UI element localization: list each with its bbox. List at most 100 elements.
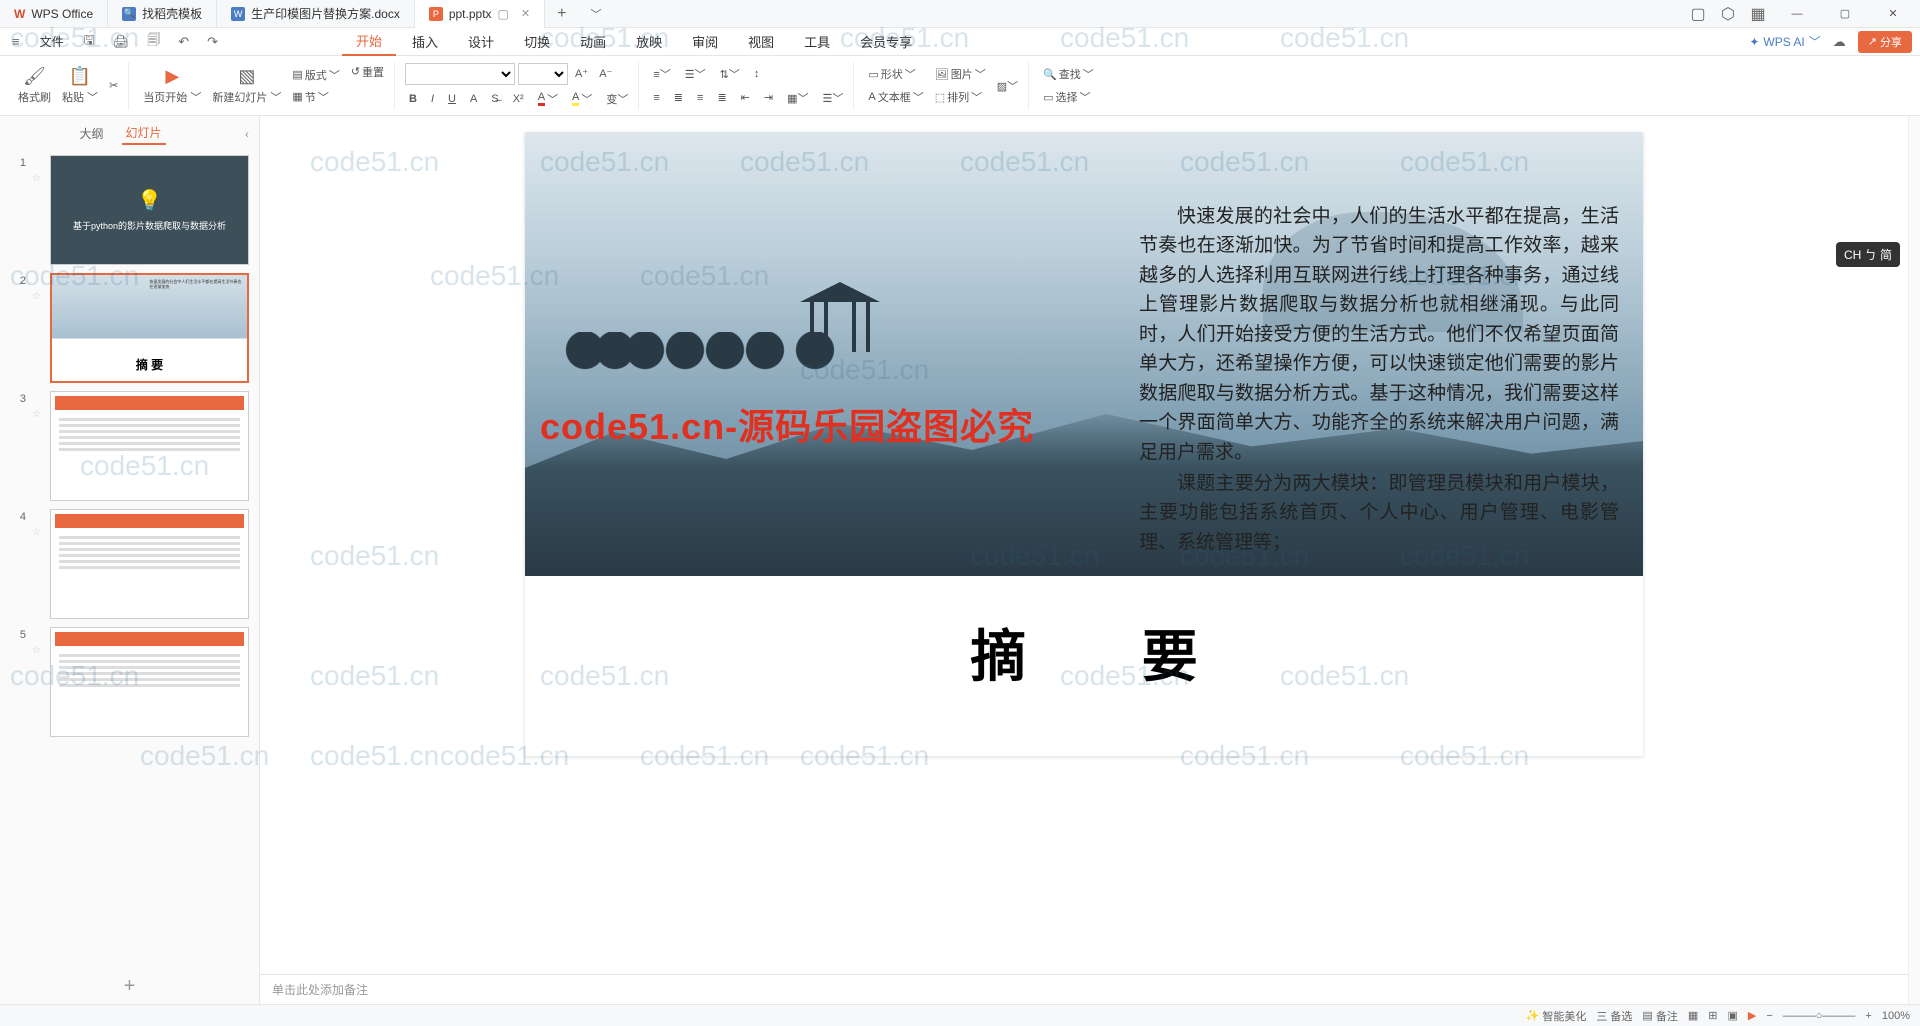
highlight-button[interactable]: A﹀ bbox=[568, 89, 596, 109]
slide-thumbnail-2[interactable]: 快速发展的社会中人们生活水平都在提高生活节奏也在逐渐加快 摘 要 bbox=[50, 273, 249, 383]
wps-ai-button[interactable]: ✦WPS AI ﹀ bbox=[1749, 33, 1820, 50]
strikethrough-button[interactable]: S̶ bbox=[487, 91, 502, 107]
reset-button[interactable]: ↺ 重置 bbox=[347, 62, 388, 82]
cloud-icon[interactable]: ☁ bbox=[1833, 34, 1846, 50]
tab-menu-button[interactable]: ﹀ bbox=[578, 6, 613, 22]
underline-button[interactable]: U bbox=[444, 91, 460, 107]
tab-design[interactable]: 设计 bbox=[454, 28, 508, 55]
current-page-button[interactable]: ▶当页开始 ﹀ bbox=[139, 64, 205, 107]
file-menu[interactable]: 文件 bbox=[34, 33, 70, 50]
print-preview-icon[interactable]: 🗐 bbox=[143, 31, 164, 53]
doc-tab-word[interactable]: W 生产印模图片替换方案.docx bbox=[217, 0, 415, 28]
new-tab-button[interactable]: + bbox=[545, 5, 578, 23]
new-slide-button[interactable]: ▧新建幻灯片 ﹀ bbox=[208, 64, 285, 107]
slide-thumbnail-4[interactable] bbox=[50, 509, 249, 619]
slides-tab[interactable]: 幻灯片 bbox=[122, 122, 166, 145]
maximize-button[interactable]: ▢ bbox=[1828, 0, 1862, 28]
textbox-button[interactable]: A 文本框 ﹀ bbox=[864, 87, 927, 107]
section-button[interactable]: ▦ 节 ﹀ bbox=[288, 87, 343, 107]
close-button[interactable]: ✕ bbox=[1876, 0, 1910, 28]
slide-star-icon[interactable]: ☆ bbox=[32, 155, 44, 265]
save-icon[interactable]: 🖫 bbox=[80, 31, 99, 53]
apps-icon[interactable]: ▦ bbox=[1750, 6, 1766, 22]
zoom-in-button[interactable]: + bbox=[1865, 1010, 1871, 1022]
find-button[interactable]: 🔍 查找 ﹀ bbox=[1039, 64, 1098, 84]
cut-button[interactable]: ✂ bbox=[105, 77, 122, 94]
italic-button[interactable]: I bbox=[427, 91, 438, 107]
bullets-button[interactable]: ≡﹀ bbox=[649, 64, 674, 84]
fill-button[interactable]: ▨﹀ bbox=[993, 76, 1022, 96]
notes-input[interactable]: 单击此处添加备注 bbox=[260, 974, 1908, 1004]
slide-thumbnail-1[interactable]: 💡 基于python的影片数据爬取与数据分析 bbox=[50, 155, 249, 265]
services-button[interactable]: 三 备选 bbox=[1596, 1008, 1632, 1024]
collapse-panel-icon[interactable]: ‹ bbox=[245, 127, 249, 141]
columns-button[interactable]: ▦﹀ bbox=[783, 88, 812, 108]
tab-start[interactable]: 开始 bbox=[342, 27, 396, 56]
share-button[interactable]: ↗分享 bbox=[1858, 31, 1912, 53]
shape-button[interactable]: ▭ 形状 ﹀ bbox=[864, 64, 927, 84]
align-left-button[interactable]: ≡ bbox=[649, 88, 663, 108]
indent-inc-button[interactable]: ⇥ bbox=[760, 88, 777, 108]
tab-tools[interactable]: 工具 bbox=[790, 28, 844, 55]
font-size-select[interactable] bbox=[518, 63, 568, 85]
outline-tab[interactable]: 大纲 bbox=[75, 123, 107, 144]
align-justify-button[interactable]: ≣ bbox=[713, 88, 730, 108]
slide-body-text[interactable]: 快速发展的社会中，人们的生活水平都在提高，生活节奏也在逐渐加快。为了节省时间和提… bbox=[1139, 202, 1619, 559]
indent-dec-button[interactable]: ⇤ bbox=[737, 88, 754, 108]
select-button[interactable]: ▭ 选择 ﹀ bbox=[1039, 87, 1098, 107]
view-slideshow-icon[interactable]: ▶ bbox=[1748, 1009, 1756, 1022]
layout-button[interactable]: ▤ 版式 ﹀ bbox=[288, 65, 343, 85]
bold-button[interactable]: B bbox=[405, 91, 421, 107]
view-sorter-icon[interactable]: ⊞ bbox=[1708, 1009, 1717, 1022]
slide-star-icon[interactable]: ☆ bbox=[32, 509, 44, 619]
arrange-button[interactable]: ⬚ 排列 ﹀ bbox=[931, 87, 990, 107]
minimize-button[interactable]: — bbox=[1780, 0, 1814, 28]
tab-animation[interactable]: 动画 bbox=[566, 28, 620, 55]
undo-icon[interactable]: ↶ bbox=[174, 34, 193, 50]
font-shrink-button[interactable]: A⁻ bbox=[595, 65, 616, 82]
view-reading-icon[interactable]: ▣ bbox=[1727, 1009, 1737, 1022]
align-center-button[interactable]: ≣ bbox=[670, 88, 687, 108]
font-family-select[interactable] bbox=[405, 63, 515, 85]
zoom-out-button[interactable]: − bbox=[1766, 1010, 1772, 1022]
add-slide-button[interactable]: + bbox=[0, 969, 259, 1004]
slide-thumbnail-5[interactable] bbox=[50, 627, 249, 737]
para-align-button[interactable]: ☰﹀ bbox=[819, 88, 848, 108]
slide-star-icon[interactable]: ☆ bbox=[32, 391, 44, 501]
font-grow-button[interactable]: A⁺ bbox=[571, 65, 592, 82]
print-icon[interactable]: 🖨 bbox=[109, 34, 134, 50]
canvas-scroll[interactable]: 快速发展的社会中，人们的生活水平都在提高，生活节奏也在逐渐加快。为了节省时间和提… bbox=[260, 116, 1908, 974]
tab-vip[interactable]: 会员专享 bbox=[846, 28, 926, 55]
cube-icon[interactable]: ⬡ bbox=[1720, 6, 1736, 22]
redo-icon[interactable]: ↷ bbox=[203, 34, 222, 50]
tab-close-icon[interactable]: ✕ bbox=[521, 7, 530, 20]
zoom-level[interactable]: 100% bbox=[1882, 1010, 1910, 1022]
numbering-button[interactable]: ☰﹀ bbox=[681, 64, 710, 84]
doc-tab-ppt[interactable]: P ppt.pptx ▢ ✕ bbox=[415, 0, 545, 28]
tab-review[interactable]: 审阅 bbox=[678, 28, 732, 55]
slide-star-icon[interactable]: ☆ bbox=[32, 273, 44, 383]
align-right-button[interactable]: ≡ bbox=[693, 88, 707, 108]
font-color-button[interactable]: A﹀ bbox=[534, 89, 562, 109]
tab-slideshow[interactable]: 放映 bbox=[622, 28, 676, 55]
slide-star-icon[interactable]: ☆ bbox=[32, 627, 44, 737]
slide-canvas[interactable]: 快速发展的社会中，人们的生活水平都在提高，生活节奏也在逐渐加快。为了节省时间和提… bbox=[525, 132, 1643, 756]
notes-toggle-button[interactable]: ▤备注 bbox=[1642, 1008, 1677, 1024]
line-spacing-button[interactable]: ⇅﹀ bbox=[716, 64, 744, 84]
slide-thumbnail-3[interactable] bbox=[50, 391, 249, 501]
slide-title-text[interactable]: 摘 要 bbox=[525, 576, 1643, 693]
tab-view[interactable]: 视图 bbox=[734, 28, 788, 55]
hamburger-icon[interactable]: ≡ bbox=[8, 34, 24, 49]
tab-insert[interactable]: 插入 bbox=[398, 28, 452, 55]
text-direction-button[interactable]: ↕ bbox=[750, 64, 764, 84]
smart-beautify-button[interactable]: ✨智能美化 bbox=[1526, 1008, 1587, 1024]
tab-window-icon[interactable]: ▢ bbox=[498, 7, 509, 21]
paste-button[interactable]: 📋粘贴 ﹀ bbox=[58, 64, 102, 107]
view-normal-icon[interactable]: ▦ bbox=[1688, 1009, 1698, 1022]
text-effect-button[interactable]: 变﹀ bbox=[602, 89, 632, 109]
window-restore-icon[interactable]: ▢ bbox=[1690, 6, 1706, 22]
tab-transition[interactable]: 切换 bbox=[510, 28, 564, 55]
format-painter-button[interactable]: 🖌格式刷 bbox=[14, 64, 55, 107]
superscript-button[interactable]: X² bbox=[509, 91, 528, 107]
strike-button[interactable]: A bbox=[466, 91, 481, 107]
